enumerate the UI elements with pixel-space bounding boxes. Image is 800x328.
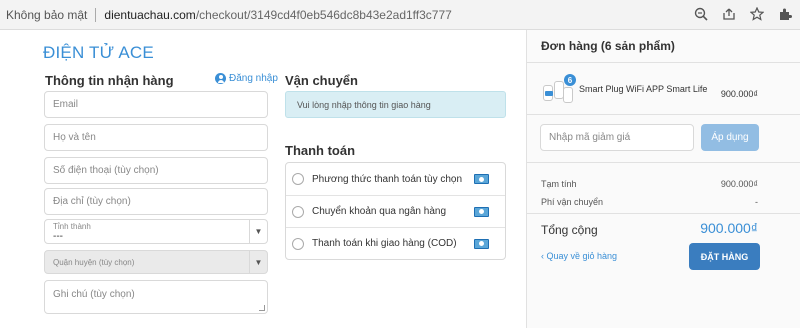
chevron-down-icon: ▼ [249,220,267,243]
url-field[interactable]: dientuachau.com/checkout/3149cd4f0eb546d… [104,8,451,22]
address-field[interactable]: Địa chỉ (tùy chọn) [44,188,268,215]
order-summary-panel: Đơn hàng (6 sản phẩm) 6 Smart Plug WiFi … [526,30,800,328]
payment-option-label: Thanh toán khi giao hàng (COD) [312,238,457,249]
cash-icon [474,206,489,217]
email-placeholder: Email [53,99,79,110]
login-link[interactable]: Đăng nhập [215,73,278,84]
order-title: Đơn hàng (6 sản phẩm) [541,39,675,53]
delivery-title: Vận chuyển [285,73,358,88]
back-to-cart-link[interactable]: ‹ Quay về giỏ hàng [541,251,617,261]
security-indicator[interactable]: Không bảo mật [6,8,87,22]
address-placeholder: Địa chỉ (tùy chọn) [53,196,131,207]
payment-option[interactable]: Phương thức thanh toán tùy chọn [286,163,505,195]
product-price: 900.000₫ [720,89,758,99]
place-order-button[interactable]: ĐẶT HÀNG [689,243,760,270]
shipping-fee-label: Phí vận chuyển [541,197,604,207]
province-select[interactable]: Tỉnh thành --- ▼ [44,219,268,244]
phone-placeholder: Số điện thoại (tùy chọn) [53,165,159,176]
store-logo[interactable]: ĐIỆN TỬ ACE [43,43,154,63]
payment-option[interactable]: Chuyển khoản qua ngân hàng [286,195,505,227]
payment-option-label: Chuyển khoản qua ngân hàng [312,206,447,217]
district-label: Quận huyện (tùy chọn) [53,257,135,267]
province-label: Tỉnh thành [53,221,91,231]
payment-option[interactable]: Thanh toán khi giao hàng (COD) [286,227,505,259]
divider [527,114,800,115]
cash-icon [474,174,489,184]
resize-handle[interactable] [259,305,265,311]
address-separator [95,7,97,22]
browser-address-bar: Không bảo mật dientuachau.com/checkout/3… [0,0,800,30]
divider [527,213,800,214]
shipping-fee-value: - [755,197,758,207]
subtotal-value: 900.000₫ [720,179,758,189]
radio-button[interactable] [292,237,304,250]
note-textarea[interactable]: Ghi chú (tùy chọn) [44,280,268,314]
divider [527,162,800,163]
province-value: --- [53,230,63,242]
login-label: Đăng nhập [229,73,278,84]
browser-toolbar-icons [692,5,794,23]
email-field[interactable]: Email [44,91,268,118]
url-host: dientuachau.com [104,7,196,22]
back-to-cart-label: Quay về giỏ hàng [546,251,618,261]
product-name: Smart Plug WiFi APP Smart Life [579,84,708,94]
phone-field[interactable]: Số điện thoại (tùy chọn) [44,157,268,184]
radio-button[interactable] [292,173,304,185]
apply-coupon-button[interactable]: Áp dụng [701,124,759,151]
subtotal-label: Tạm tính [541,179,577,189]
coupon-input[interactable]: Nhập mã giảm giá [540,124,694,151]
delivery-notice: Vui lòng nhập thông tin giao hàng [285,91,506,118]
radio-button[interactable] [292,205,304,218]
shipping-info-title: Thông tin nhận hàng [45,73,174,88]
url-path: /checkout/3149cd4f0eb546dc8b43e2ad1ff3c7… [195,7,452,22]
name-field[interactable]: Họ và tên [44,124,268,151]
total-value: 900.000₫ [700,220,758,236]
payment-option-label: Phương thức thanh toán tùy chọn [312,173,463,185]
name-placeholder: Họ và tên [53,132,96,143]
star-icon[interactable] [748,5,766,23]
quantity-badge: 6 [564,74,576,86]
extensions-icon[interactable] [776,5,794,23]
total-label: Tổng cộng [541,223,598,237]
payment-title: Thanh toán [285,143,356,158]
chevron-down-icon: ▼ [249,251,267,273]
zoom-icon[interactable] [692,5,710,23]
divider [527,62,800,63]
chevron-left-icon: ‹ [541,251,544,261]
coupon-placeholder: Nhập mã giảm giá [549,132,631,143]
cash-icon [474,238,489,249]
share-icon[interactable] [720,5,738,23]
user-icon [215,73,226,84]
payment-options: Phương thức thanh toán tùy chọn Chuyển k… [285,162,506,260]
note-placeholder: Ghi chú (tùy chọn) [53,289,135,300]
district-select: Quận huyện (tùy chọn) ▼ [44,250,268,274]
